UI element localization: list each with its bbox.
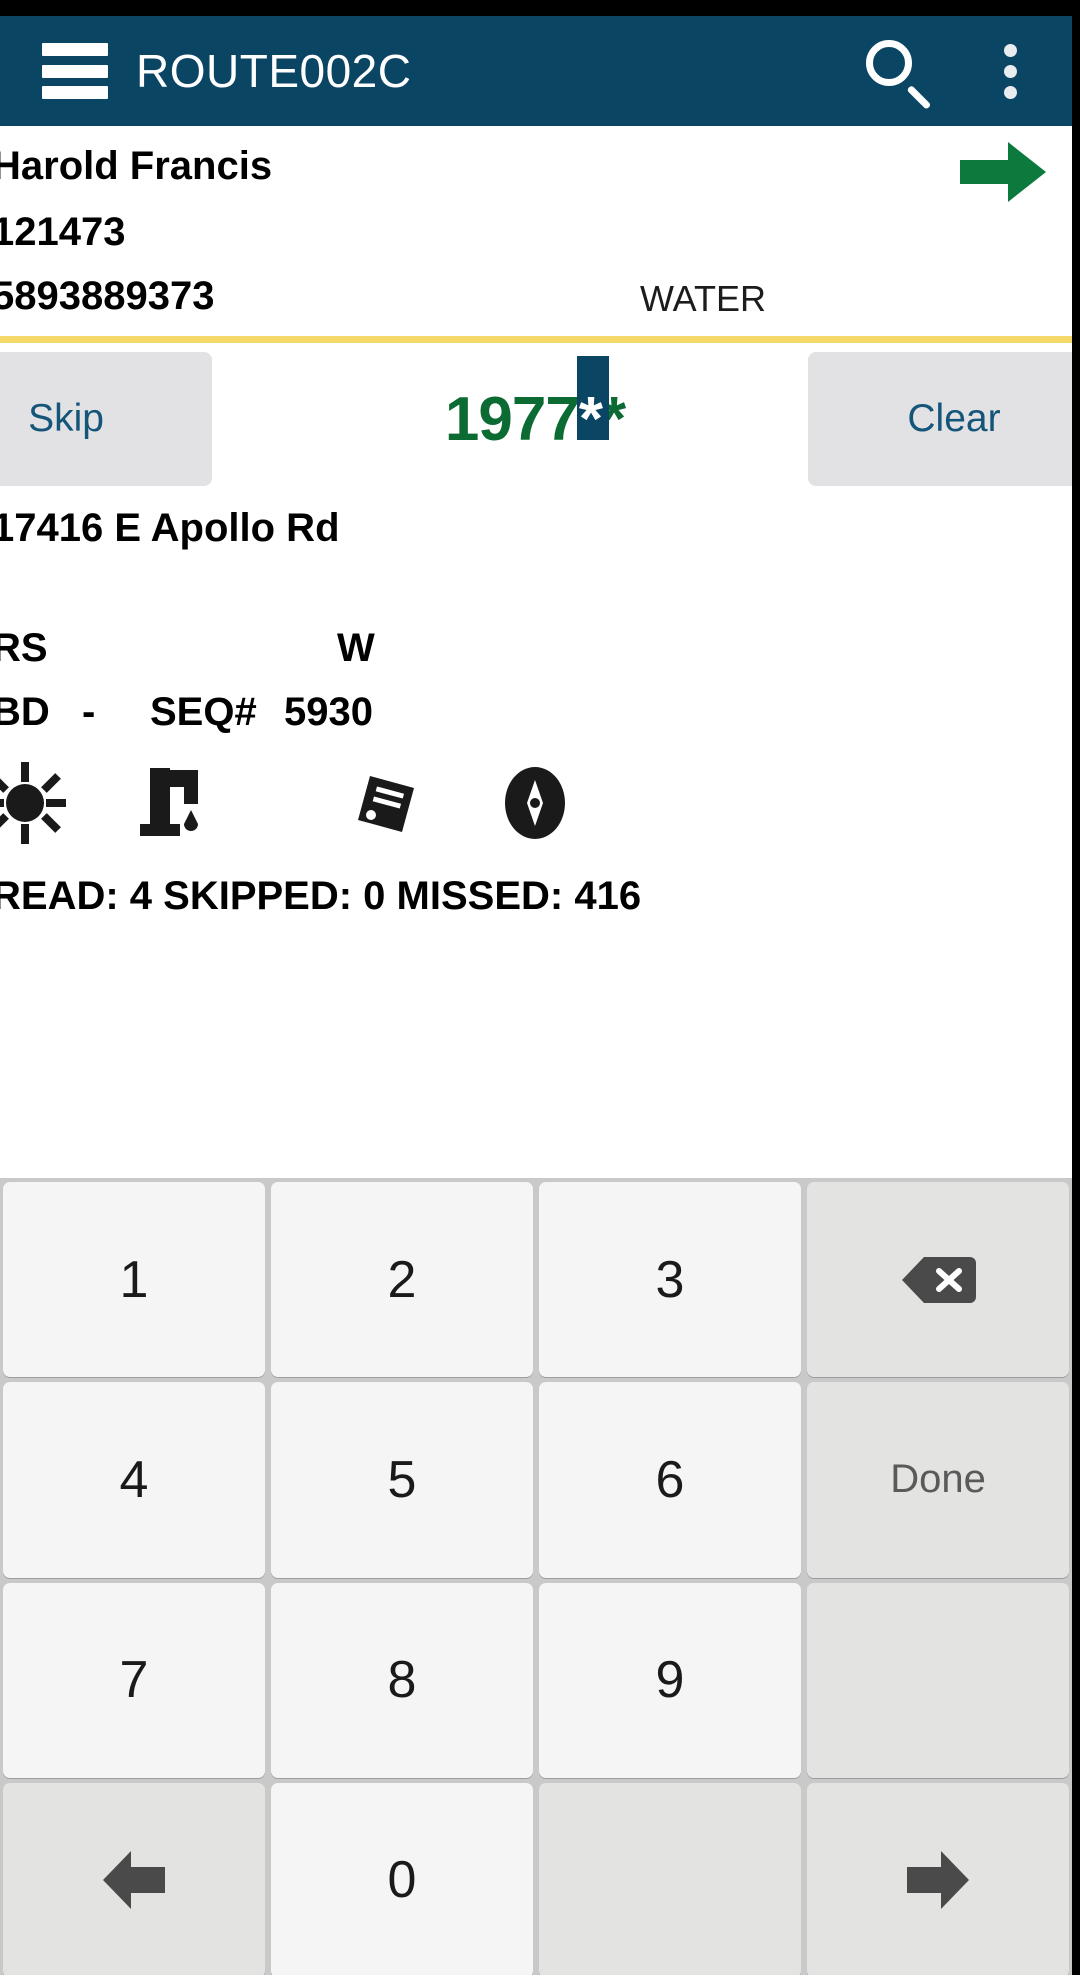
water-tap-icon[interactable] [130,758,220,848]
page-title: ROUTE002C [136,45,412,97]
reading-caret: * [576,355,609,455]
hamburger-bar [42,64,108,78]
section-divider [0,336,1072,343]
key-9[interactable]: 9 [539,1582,801,1778]
search-icon-handle [906,85,932,110]
key-4[interactable]: 4 [3,1382,265,1578]
app-screen: ROUTE002C Harold Francis 121473 58938893… [0,16,1072,1975]
keypad-row: 7 8 9 [0,1582,1072,1783]
bd-seq-row: BD - SEQ# 5930 [0,690,373,735]
hamburger-bar [42,43,108,56]
key-arrow-right[interactable] [807,1782,1069,1975]
rs-label: RS [0,626,48,670]
app-bar: ROUTE002C [0,16,1072,126]
key-7[interactable]: 7 [3,1582,265,1778]
rs-row: RS W [0,626,375,671]
search-icon[interactable] [852,28,938,114]
key-done[interactable]: Done [807,1382,1069,1578]
reading-value: 1977 * * [444,355,626,455]
key-arrow-left[interactable] [3,1782,265,1975]
overflow-dot [1003,85,1017,99]
bd-value: - [82,690,96,734]
hamburger-bar [42,86,108,99]
keypad-row: 4 5 6 Done [0,1382,1072,1582]
customer-header: Harold Francis 121473 5893889373 WATER [0,126,1072,340]
clear-button[interactable]: Clear [808,352,1072,486]
detail-icon-row [0,758,1072,848]
overflow-dot [1003,64,1017,78]
status-counters: READ: 4 SKIPPED: 0 MISSED: 416 [0,874,642,918]
hamburger-icon[interactable] [42,43,108,99]
key-0[interactable]: 0 [271,1782,533,1975]
key-1[interactable]: 1 [3,1182,265,1378]
details-panel: 17416 E Apollo Rd RS W BD - SEQ# 5930 [0,486,1072,1086]
keypad-row: 1 2 3 [0,1182,1072,1382]
key-5[interactable]: 5 [271,1382,533,1578]
numeric-keypad: 1 2 3 4 5 6 Done 7 8 9 0 [0,1178,1072,1975]
key-6[interactable]: 6 [539,1382,801,1578]
seq-value: 5930 [284,690,373,734]
seq-label: SEQ# [150,690,257,734]
key-8[interactable]: 8 [271,1582,533,1778]
notes-cards-icon[interactable] [340,758,430,848]
service-type-label: WATER [640,278,766,319]
overflow-dot [1003,43,1017,57]
customer-account-number: 121473 [0,210,126,254]
sun-burst-icon[interactable] [0,758,70,848]
skip-button[interactable]: Skip [0,352,212,486]
app-bar-actions [852,28,1072,114]
keypad-row: 0 [0,1782,1072,1975]
reading-entered-digits: 1977 [444,384,580,454]
action-row: Skip 1977 * * Clear [0,352,1072,486]
search-icon-ring [866,40,912,86]
customer-meter-number: 5893889373 [0,274,215,318]
key-2[interactable]: 2 [271,1182,533,1378]
reading-input[interactable]: 1977 * * [300,352,770,486]
bd-label: BD [0,690,50,734]
reading-masked-char-selected: * [578,384,603,454]
key-backspace[interactable] [807,1182,1069,1378]
compass-icon[interactable] [490,758,580,848]
overflow-menu-icon[interactable] [974,28,1046,114]
key-blank-2 [539,1782,801,1975]
key-3[interactable]: 3 [539,1182,801,1378]
device-frame: ROUTE002C Harold Francis 121473 58938893… [0,0,1080,1975]
service-address: 17416 E Apollo Rd [0,506,340,550]
next-arrow-icon[interactable] [960,140,1046,204]
rs-value: W [337,626,375,670]
customer-name: Harold Francis [0,144,273,188]
key-blank [807,1582,1069,1778]
